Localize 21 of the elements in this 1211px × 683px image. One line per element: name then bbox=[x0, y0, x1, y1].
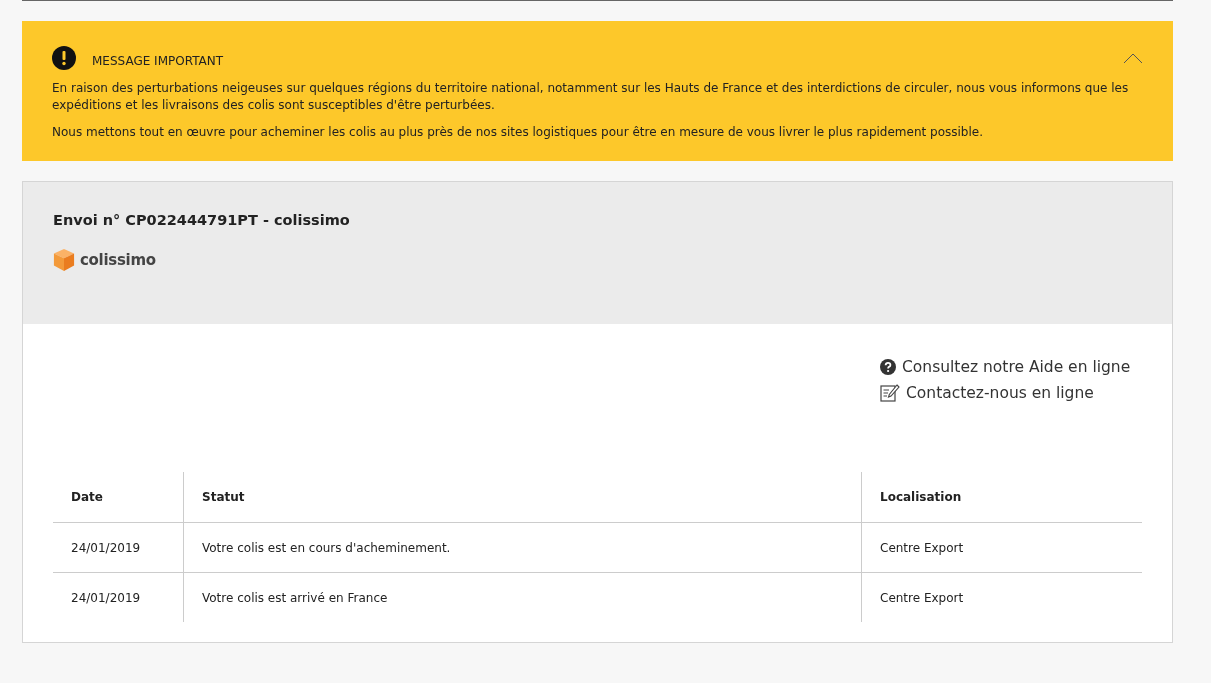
question-icon bbox=[880, 359, 896, 375]
notice-title: MESSAGE IMPORTANT bbox=[92, 53, 225, 68]
help-link[interactable]: Consultez notre Aide en ligne bbox=[880, 358, 1131, 376]
exclamation-icon bbox=[52, 46, 76, 70]
edit-form-icon bbox=[880, 384, 900, 402]
shipment-title: Envoi n° CP022444791PT - colissimo bbox=[53, 212, 351, 228]
column-header: Localisation bbox=[861, 472, 1142, 523]
table-cell: 24/01/2019 bbox=[53, 572, 184, 622]
table-cell: Centre Export bbox=[861, 522, 1142, 573]
column-header: Date bbox=[53, 472, 184, 523]
table-cell: 24/01/2019 bbox=[53, 522, 184, 573]
chevron-icon[interactable] bbox=[1123, 52, 1143, 64]
column-header: Statut bbox=[183, 472, 862, 523]
table-cell: Votre colis est en cours d'acheminement. bbox=[183, 522, 862, 573]
help-link[interactable]: Contactez-nous en ligne bbox=[880, 384, 1094, 402]
table-cell: Votre colis est arrivé en France bbox=[183, 572, 862, 622]
table-cell: Centre Export bbox=[861, 572, 1142, 622]
box-icon bbox=[53, 248, 75, 272]
carrier-name: colissimo bbox=[80, 251, 156, 269]
notice-text: Nous mettons tout en œuvre pour acheminer les colis au plus près de nos sites logistiques pour être en mesure de vous livrer le plus rapidement possible. bbox=[52, 124, 984, 141]
notice-text: En raison des perturbations neigeuses sur quelques régions du territoire national, notamment sur les Hauts de France et des interdictions de circuler, nous vous informons que les expéditions et les livraisons des colis sont susceptibles d'être perturbées. bbox=[52, 80, 1130, 114]
